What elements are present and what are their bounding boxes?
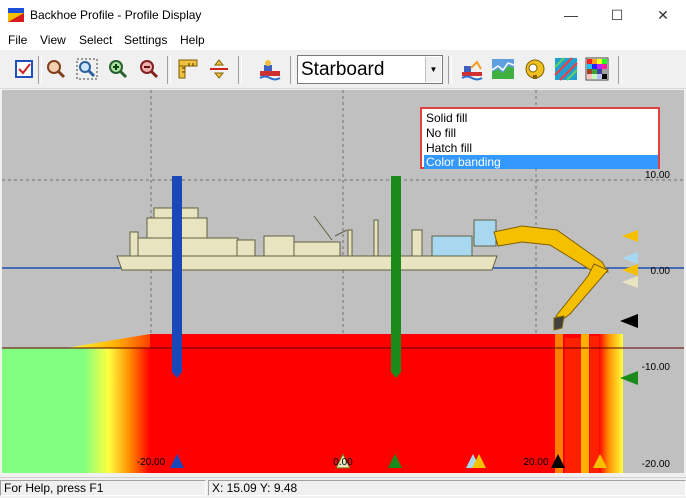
chart-icon bbox=[491, 59, 515, 79]
menu-bar: File View Select Settings Help bbox=[0, 30, 686, 50]
close-button[interactable]: ✕ bbox=[640, 0, 686, 30]
window-title: Backhoe Profile - Profile Display bbox=[30, 8, 202, 22]
hatch-button[interactable] bbox=[554, 57, 578, 81]
minimize-button[interactable]: — bbox=[548, 0, 594, 30]
right-spud bbox=[391, 176, 401, 372]
menu-view[interactable]: View bbox=[40, 33, 66, 47]
y-label-neg10: -10.00 bbox=[642, 362, 671, 373]
hatch-icon bbox=[554, 57, 578, 81]
ruler-button[interactable] bbox=[176, 57, 200, 81]
color-palette-icon bbox=[585, 57, 609, 81]
status-help: For Help, press F1 bbox=[0, 480, 206, 496]
x-label-neg20: -20.00 bbox=[137, 457, 166, 468]
menu-select[interactable]: Select bbox=[79, 33, 112, 47]
checklist-button[interactable] bbox=[12, 57, 36, 81]
y-label-neg20: -20.00 bbox=[642, 459, 671, 470]
zoom-button[interactable] bbox=[44, 57, 68, 81]
ruler-icon bbox=[178, 59, 198, 79]
dredge-button[interactable] bbox=[258, 57, 282, 81]
app-icon bbox=[8, 8, 24, 22]
helmet-button[interactable] bbox=[523, 57, 547, 81]
maximize-icon: ☐ bbox=[610, 6, 624, 23]
helmet-icon bbox=[525, 59, 545, 79]
view-select[interactable]: Starboard ▼ bbox=[297, 55, 443, 84]
menu-settings[interactable]: Settings bbox=[124, 33, 167, 47]
sediment bbox=[2, 334, 684, 473]
zoom-in-button[interactable] bbox=[106, 57, 130, 81]
zoom-window-icon bbox=[76, 58, 98, 80]
excavator-icon bbox=[461, 60, 483, 81]
excavator-button[interactable] bbox=[460, 57, 484, 81]
fill-option-hatch[interactable]: Hatch fill bbox=[424, 141, 658, 155]
y-label-10: 10.00 bbox=[645, 170, 670, 181]
chart-button[interactable] bbox=[491, 57, 515, 81]
close-icon: ✕ bbox=[657, 6, 669, 23]
status-bar: For Help, press F1 X: 15.09 Y: 9.48 bbox=[0, 477, 686, 498]
zoom-window-button[interactable] bbox=[75, 57, 99, 81]
color-palette-button[interactable] bbox=[585, 57, 609, 81]
zoom-out-icon bbox=[140, 60, 159, 79]
chevron-down-icon[interactable]: ▼ bbox=[425, 57, 441, 82]
measure-icon bbox=[210, 59, 228, 79]
zoom-icon bbox=[47, 60, 66, 79]
left-spud bbox=[172, 176, 182, 372]
y-label-0: 0.00 bbox=[651, 266, 671, 277]
menu-file[interactable]: File bbox=[8, 33, 27, 47]
zoom-out-button[interactable] bbox=[137, 57, 161, 81]
fill-style-list[interactable]: Solid fill No fill Hatch fill Color band… bbox=[420, 107, 660, 169]
dredge-icon bbox=[259, 60, 281, 81]
status-coords: X: 15.09 Y: 9.48 bbox=[208, 480, 686, 496]
x-label-0: 0.00 bbox=[333, 457, 353, 468]
title-bar: Backhoe Profile - Profile Display — ☐ ✕ bbox=[0, 0, 686, 30]
fill-option-none[interactable]: No fill bbox=[424, 126, 658, 140]
maximize-button[interactable]: ☐ bbox=[594, 0, 640, 30]
minimize-icon: — bbox=[564, 7, 578, 23]
backhoe-arm bbox=[493, 225, 609, 331]
view-select-value: Starboard bbox=[301, 59, 385, 80]
x-label-20: 20.00 bbox=[523, 457, 548, 468]
measure-button[interactable] bbox=[207, 57, 231, 81]
menu-help[interactable]: Help bbox=[180, 33, 205, 47]
fill-option-color-banding[interactable]: Color banding bbox=[424, 155, 658, 169]
zoom-in-icon bbox=[109, 60, 128, 79]
checklist-icon bbox=[15, 60, 33, 78]
fill-option-solid[interactable]: Solid fill bbox=[424, 111, 658, 125]
